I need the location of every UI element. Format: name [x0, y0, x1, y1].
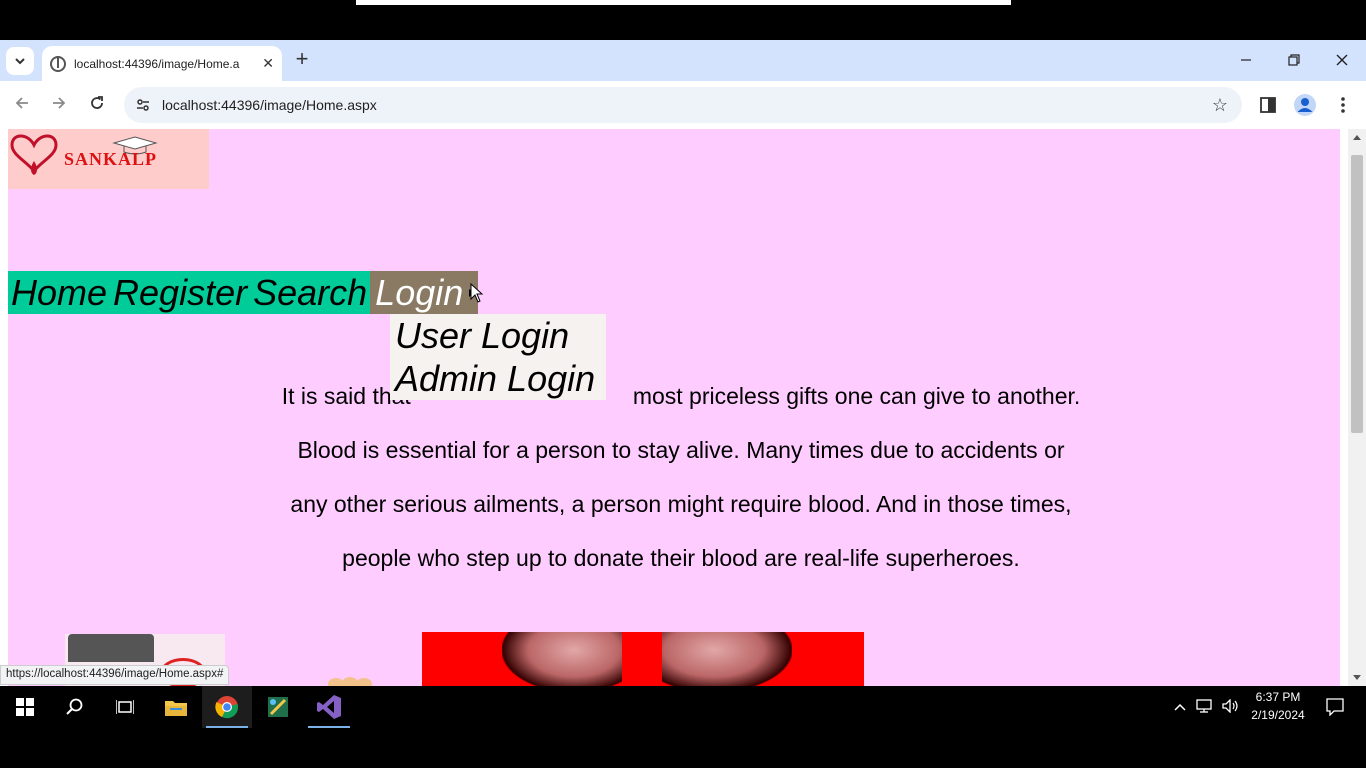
- link-status-bar: https://localhost:44396/image/Home.aspx#: [0, 665, 230, 685]
- paragraph-line-4: people who step up to donate their blood…: [342, 545, 1020, 571]
- restore-button[interactable]: [1270, 40, 1318, 80]
- globe-icon: [50, 55, 66, 72]
- search-icon: [66, 698, 83, 715]
- page-scrollbar[interactable]: [1348, 129, 1366, 686]
- screen-bottom-area: [0, 728, 1366, 768]
- notification-icon: [1326, 698, 1344, 716]
- page-viewport: SANKALP Home Register Search Login User …: [0, 129, 1366, 686]
- screen-top-bar: [0, 0, 1366, 40]
- start-button[interactable]: [0, 686, 50, 728]
- new-tab-button[interactable]: +: [290, 48, 314, 72]
- arrow-right-icon: [53, 97, 66, 109]
- intro-paragraph: It is said that most priceless gifts one …: [251, 369, 1111, 585]
- chevron-up-icon[interactable]: [1174, 700, 1186, 714]
- dropdown-admin-login[interactable]: Admin Login: [390, 357, 606, 400]
- top-highlight-line: [356, 0, 1011, 5]
- scroll-down-icon[interactable]: [1353, 675, 1361, 680]
- scroll-up-icon[interactable]: [1353, 135, 1361, 140]
- side-panel-icon[interactable]: [1256, 93, 1280, 117]
- tab-title: localhost:44396/image/Home.a: [74, 56, 240, 71]
- minimize-icon: [1241, 59, 1251, 61]
- hand-image-fragment: [328, 677, 372, 686]
- chrome-icon: [215, 696, 238, 719]
- address-bar[interactable]: localhost:44396/image/Home.aspx ☆: [124, 87, 1242, 123]
- site-info-icon[interactable]: [128, 90, 158, 120]
- browser-tab-active[interactable]: localhost:44396/image/Home.a ✕: [42, 46, 282, 81]
- windows-taskbar: 6:37 PM 2/19/2024: [0, 686, 1366, 728]
- browser-toolbar: localhost:44396/image/Home.aspx ☆: [0, 81, 1366, 129]
- close-window-button[interactable]: [1318, 40, 1366, 80]
- taskbar-clock[interactable]: 6:37 PM 2/19/2024: [1244, 688, 1312, 724]
- paragraph-line-1: It is said that most priceless gifts one …: [281, 383, 1081, 409]
- system-tray: [1174, 686, 1240, 728]
- visual-studio-button[interactable]: [304, 686, 354, 728]
- scrollbar-thumb[interactable]: [1351, 155, 1363, 433]
- back-button[interactable]: [10, 93, 34, 117]
- menu-main-group: Home Register Search: [8, 271, 371, 314]
- blood-donation-banner-image: [422, 632, 864, 686]
- close-icon: [1336, 54, 1348, 66]
- paragraph-line-3: any other serious ailments, a person mig…: [290, 491, 1072, 517]
- dropdown-user-login[interactable]: User Login: [390, 314, 606, 357]
- blood-drop-heart-icon: [10, 134, 58, 175]
- reload-icon: [91, 96, 103, 109]
- url-text: localhost:44396/image/Home.aspx: [162, 97, 377, 113]
- menu-login[interactable]: Login: [370, 271, 479, 314]
- arrow-left-icon: [15, 97, 28, 109]
- restore-icon: [1288, 54, 1300, 66]
- menu-home[interactable]: Home: [8, 271, 110, 314]
- task-view-icon: [116, 700, 134, 714]
- task-view-button[interactable]: [100, 686, 150, 728]
- menu-login-label: Login: [375, 272, 464, 313]
- snipping-tool-button[interactable]: [253, 686, 303, 728]
- mouse-pointer-icon: [470, 283, 484, 303]
- bookmark-star-icon[interactable]: ☆: [1212, 95, 1228, 116]
- main-menu: Home Register Search Login: [8, 271, 479, 314]
- volume-icon[interactable]: [1222, 697, 1240, 716]
- file-explorer-button[interactable]: [151, 686, 201, 728]
- forward-button[interactable]: [47, 93, 71, 117]
- tab-close-icon[interactable]: ✕: [262, 55, 274, 72]
- notifications-button[interactable]: [1310, 686, 1360, 728]
- clock-time: 6:37 PM: [1255, 690, 1301, 704]
- folder-icon: [165, 701, 187, 716]
- site-logo[interactable]: SANKALP: [8, 129, 209, 189]
- search-button[interactable]: [50, 686, 100, 728]
- kebab-menu-icon[interactable]: [1331, 93, 1355, 117]
- page-body: SANKALP Home Register Search Login User …: [8, 129, 1340, 686]
- login-dropdown: User Login Admin Login: [390, 314, 606, 400]
- reload-button[interactable]: [85, 93, 109, 117]
- chevron-down-icon: [15, 58, 25, 65]
- menu-register[interactable]: Register: [110, 271, 250, 314]
- tab-search-button[interactable]: [6, 47, 34, 75]
- visual-studio-icon: [317, 695, 341, 719]
- paragraph-line-2: Blood is essential for a person to stay …: [297, 437, 1065, 463]
- menu-search[interactable]: Search: [250, 271, 370, 314]
- chrome-button[interactable]: [202, 686, 252, 728]
- minimize-button[interactable]: [1222, 40, 1270, 80]
- clock-date: 2/19/2024: [1251, 708, 1305, 722]
- network-icon[interactable]: [1196, 698, 1212, 716]
- snipping-tool-icon: [268, 697, 288, 717]
- profile-avatar-icon[interactable]: [1293, 93, 1317, 117]
- browser-tab-strip: localhost:44396/image/Home.a ✕ +: [0, 40, 1366, 81]
- windows-logo-icon: [16, 698, 34, 716]
- logo-text: SANKALP: [64, 149, 158, 169]
